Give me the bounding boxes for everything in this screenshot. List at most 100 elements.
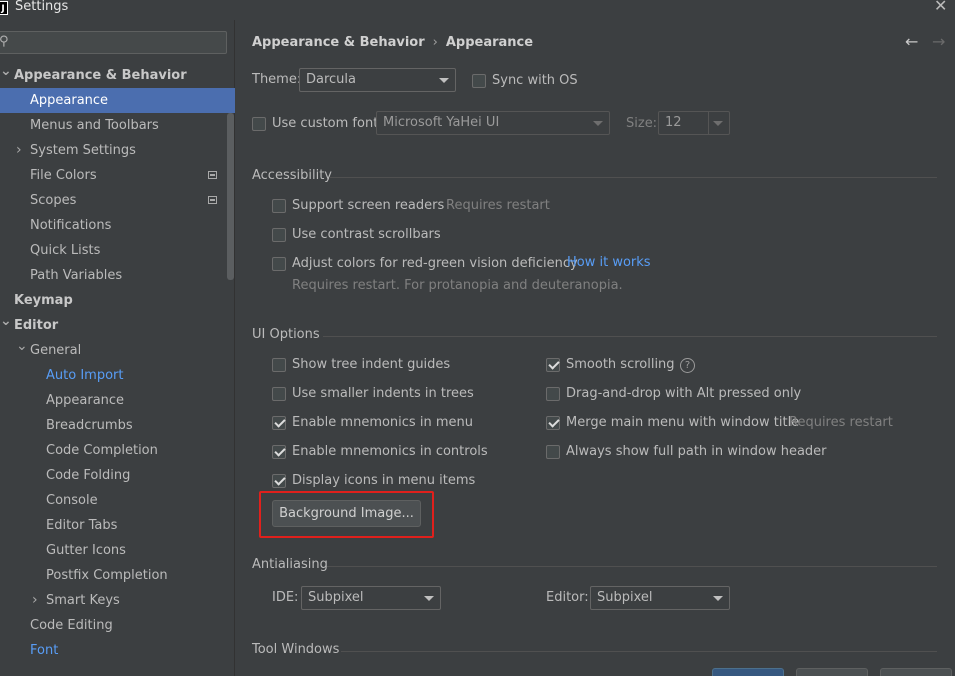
breadcrumb: Appearance & Behavior › Appearance [252,35,533,50]
sidebar-item[interactable]: Console [0,488,235,513]
use-custom-font-label: Use custom font: [272,116,383,131]
back-arrow-icon[interactable]: ← [905,32,918,51]
ui-option-checkbox[interactable] [546,416,560,430]
sidebar-item-label: Code Completion [46,443,158,458]
sidebar-item-label: System Settings [30,143,136,158]
ui-option-label: Enable mnemonics in controls [292,444,488,459]
sidebar-item-label: Path Variables [30,268,123,283]
theme-dropdown[interactable]: Darcula [299,68,456,92]
ui-option-checkbox[interactable] [272,358,286,372]
chevron-right-icon[interactable]: › [16,138,22,163]
editor-antialiasing-label: Editor: [546,590,589,605]
sidebar-item-label: Console [46,493,98,508]
sidebar-item[interactable]: ⌄ Appearance & Behavior [0,63,235,88]
sidebar-item-label: Breadcrumbs [46,418,133,433]
section-divider [323,336,937,337]
sidebar-item-label: Postfix Completion [46,568,168,583]
accessibility-section-title: Accessibility [252,168,332,183]
highlight-annotation-box [259,491,434,538]
chevron-down-icon[interactable]: ⌄ [0,59,12,84]
ide-antialiasing-dropdown[interactable]: Subpixel [301,586,441,610]
apply-button[interactable] [880,668,952,676]
close-icon[interactable]: ✕ [934,0,947,15]
breadcrumb-parent[interactable]: Appearance & Behavior [252,35,425,50]
sidebar-item[interactable]: Appearance [0,388,235,413]
app-icon: J [0,1,8,15]
red-green-deficiency-checkbox[interactable] [272,257,286,271]
custom-font-dropdown[interactable]: Microsoft YaHei UI [376,111,610,135]
sidebar-item[interactable]: ⌄ General [0,338,235,363]
ui-option-label: Smooth scrolling [566,357,675,372]
sidebar-item[interactable]: Keymap [0,288,235,313]
sidebar-item[interactable]: Quick Lists [0,238,235,263]
chevron-down-icon[interactable]: ⌄ [0,309,12,334]
ui-option-checkbox[interactable] [546,358,560,372]
sidebar-item[interactable]: File Colors [0,163,235,188]
sidebar-item[interactable]: Postfix Completion [0,563,235,588]
editor-antialiasing-dropdown[interactable]: Subpixel [590,586,730,610]
forward-arrow-icon[interactable]: → [932,32,945,51]
how-it-works-link[interactable]: How it works [567,255,651,270]
ui-option-checkbox[interactable] [272,445,286,459]
font-size-dropdown[interactable]: 12 [658,111,730,135]
chevron-down-icon[interactable]: ⌄ [16,334,28,359]
sidebar-item[interactable]: Notifications [0,213,235,238]
ide-antialiasing-value: Subpixel [308,590,364,605]
sidebar-item-label: Keymap [14,293,73,308]
sidebar-item-label: Appearance [30,93,109,108]
custom-font-value: Microsoft YaHei UI [383,115,500,130]
sidebar-item[interactable]: Menus and Toolbars [0,113,235,138]
settings-scope-icon [208,196,217,204]
breadcrumb-current: Appearance [445,35,534,50]
sync-with-os-label: Sync with OS [492,73,578,88]
sidebar-item[interactable]: ⌄ Editor [0,313,235,338]
ui-option-checkbox[interactable] [272,474,286,488]
settings-content: Appearance & Behavior › Appearance ← → The… [236,20,955,676]
ui-option-label: Always show full path in window header [566,444,827,459]
combo-divider [708,112,709,134]
antialiasing-section-title: Antialiasing [252,557,328,572]
sidebar-item-label: Editor Tabs [46,518,118,533]
sidebar-item[interactable]: Breadcrumbs [0,413,235,438]
ui-option-checkbox[interactable] [546,387,560,401]
search-input[interactable]: ⚲ [0,31,227,54]
chevron-down-icon [439,78,449,83]
sidebar-item[interactable]: Code Editing [0,613,235,638]
ui-option-checkbox[interactable] [546,445,560,459]
window-title: Settings [15,0,69,14]
ui-option-checkbox[interactable] [272,387,286,401]
sidebar-item[interactable]: Path Variables [0,263,235,288]
section-divider [327,566,937,567]
font-size-value: 12 [665,115,682,130]
sync-with-os-checkbox[interactable] [472,74,486,88]
sidebar-item[interactable]: Editor Tabs [0,513,235,538]
chevron-down-icon [713,596,723,601]
sidebar-scrollbar[interactable] [227,113,234,280]
ok-button[interactable] [712,668,784,676]
help-icon[interactable]: ? [680,358,695,373]
sidebar-item[interactable]: Appearance [0,88,235,113]
chevron-down-icon [713,121,723,126]
sidebar-item[interactable]: Code Folding [0,463,235,488]
settings-sidebar: ⚲ ⌄ Appearance & Behavior Appearance Menus … [0,20,235,676]
sidebar-item-label: General [30,343,82,358]
cancel-button[interactable] [796,668,868,676]
chevron-down-icon [593,121,603,126]
font-size-label: Size: [626,116,658,131]
sidebar-item[interactable]: › System Settings [0,138,235,163]
support-screen-readers-checkbox[interactable] [272,199,286,213]
sidebar-item-label: File Colors [30,168,97,183]
use-custom-font-checkbox[interactable] [252,117,266,131]
contrast-scrollbars-checkbox[interactable] [272,228,286,242]
sidebar-item[interactable]: Gutter Icons [0,538,235,563]
sidebar-item[interactable]: Auto Import [0,363,235,388]
chevron-right-icon[interactable]: › [32,588,38,613]
sidebar-item-label: Menus and Toolbars [30,118,159,133]
sidebar-item[interactable]: › Smart Keys [0,588,235,613]
sidebar-item[interactable]: Code Completion [0,438,235,463]
ui-option-checkbox[interactable] [272,416,286,430]
sidebar-item[interactable]: Font [0,638,235,663]
ide-antialiasing-label: IDE: [272,590,299,605]
sidebar-item[interactable]: Scopes [0,188,235,213]
breadcrumb-separator: › [432,35,438,50]
